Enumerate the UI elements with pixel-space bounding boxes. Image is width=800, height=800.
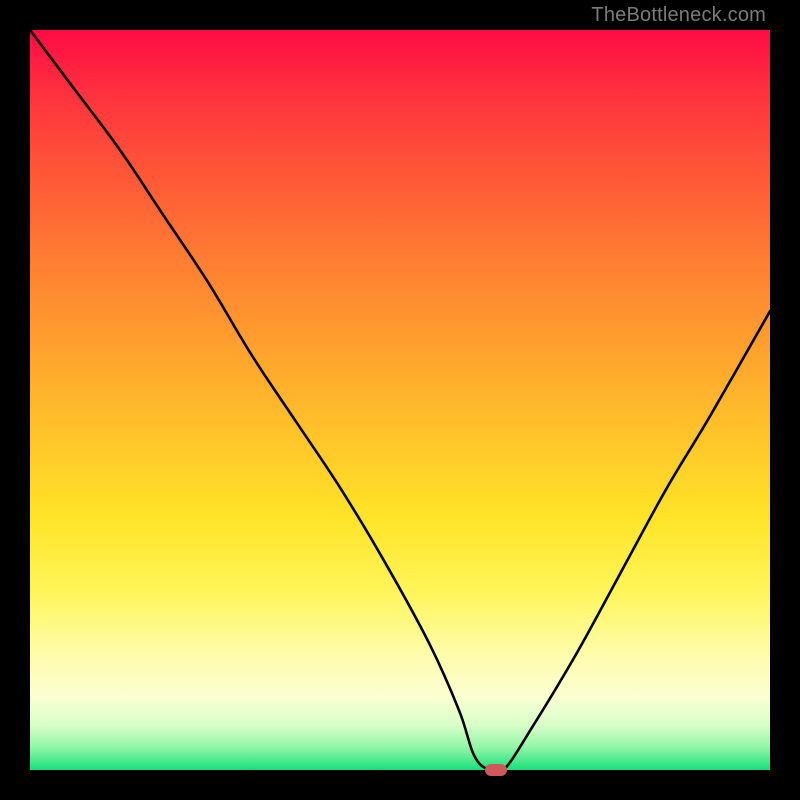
optimum-marker [485, 764, 507, 776]
plot-area [30, 30, 770, 770]
watermark-text: TheBottleneck.com [591, 4, 766, 27]
bottleneck-curve [30, 30, 770, 770]
chart-frame: TheBottleneck.com [0, 0, 800, 800]
